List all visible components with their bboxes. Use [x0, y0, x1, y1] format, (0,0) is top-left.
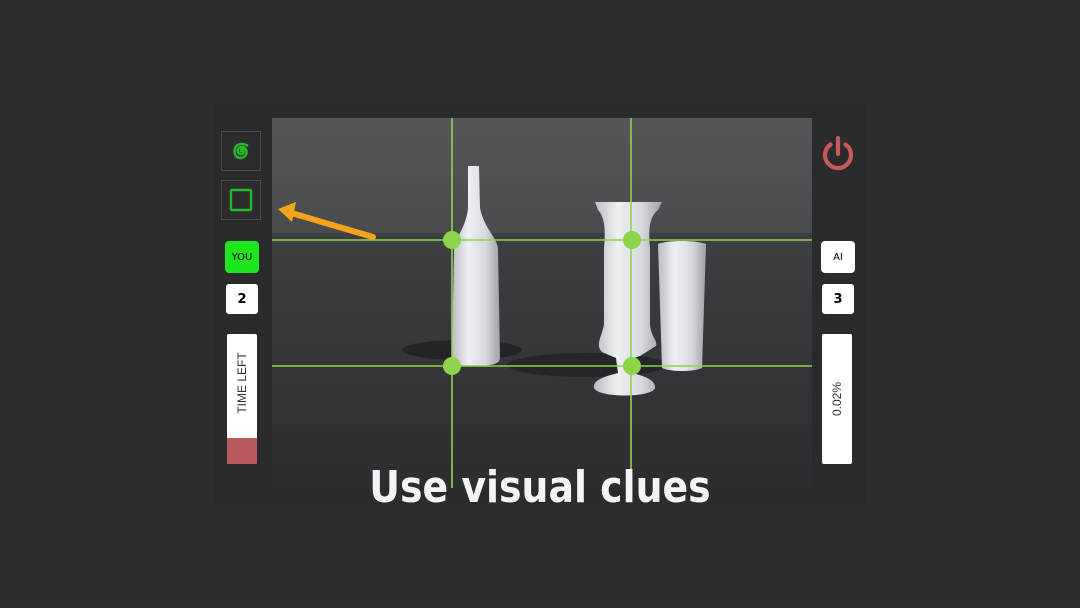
square-tool-button[interactable]: [221, 180, 261, 220]
cylinder: [658, 241, 706, 371]
scene-canvas[interactable]: [272, 118, 812, 488]
player-score: 2: [226, 284, 258, 314]
tutorial-arrow: [278, 202, 376, 240]
guide-handle-top-right: [623, 231, 641, 249]
player-badge: YOU: [225, 241, 259, 273]
time-left-meter: TIME LEFT: [227, 334, 257, 464]
spiral-icon: [233, 142, 249, 160]
tutorial-caption: Use visual clues: [369, 462, 711, 513]
time-left-fill: [227, 438, 257, 464]
ai-label: AI: [833, 251, 843, 263]
power-icon[interactable]: [818, 134, 858, 174]
ai-accuracy-meter: 0.02%: [822, 334, 852, 464]
square-icon: [229, 188, 253, 212]
guide-handle-top-left: [443, 231, 461, 249]
vase-shadow: [507, 353, 667, 377]
ai-badge: AI: [821, 241, 855, 273]
guide-handle-bottom-left: [443, 357, 461, 375]
ai-score: 3: [822, 284, 854, 314]
time-left-label: TIME LEFT: [235, 352, 249, 415]
ai-accuracy-label: 0.02%: [830, 381, 844, 417]
player-label: YOU: [231, 251, 253, 263]
guide-handle-bottom-right: [623, 357, 641, 375]
scene-viewport[interactable]: [272, 118, 812, 488]
spiral-tool-button[interactable]: [221, 131, 261, 171]
